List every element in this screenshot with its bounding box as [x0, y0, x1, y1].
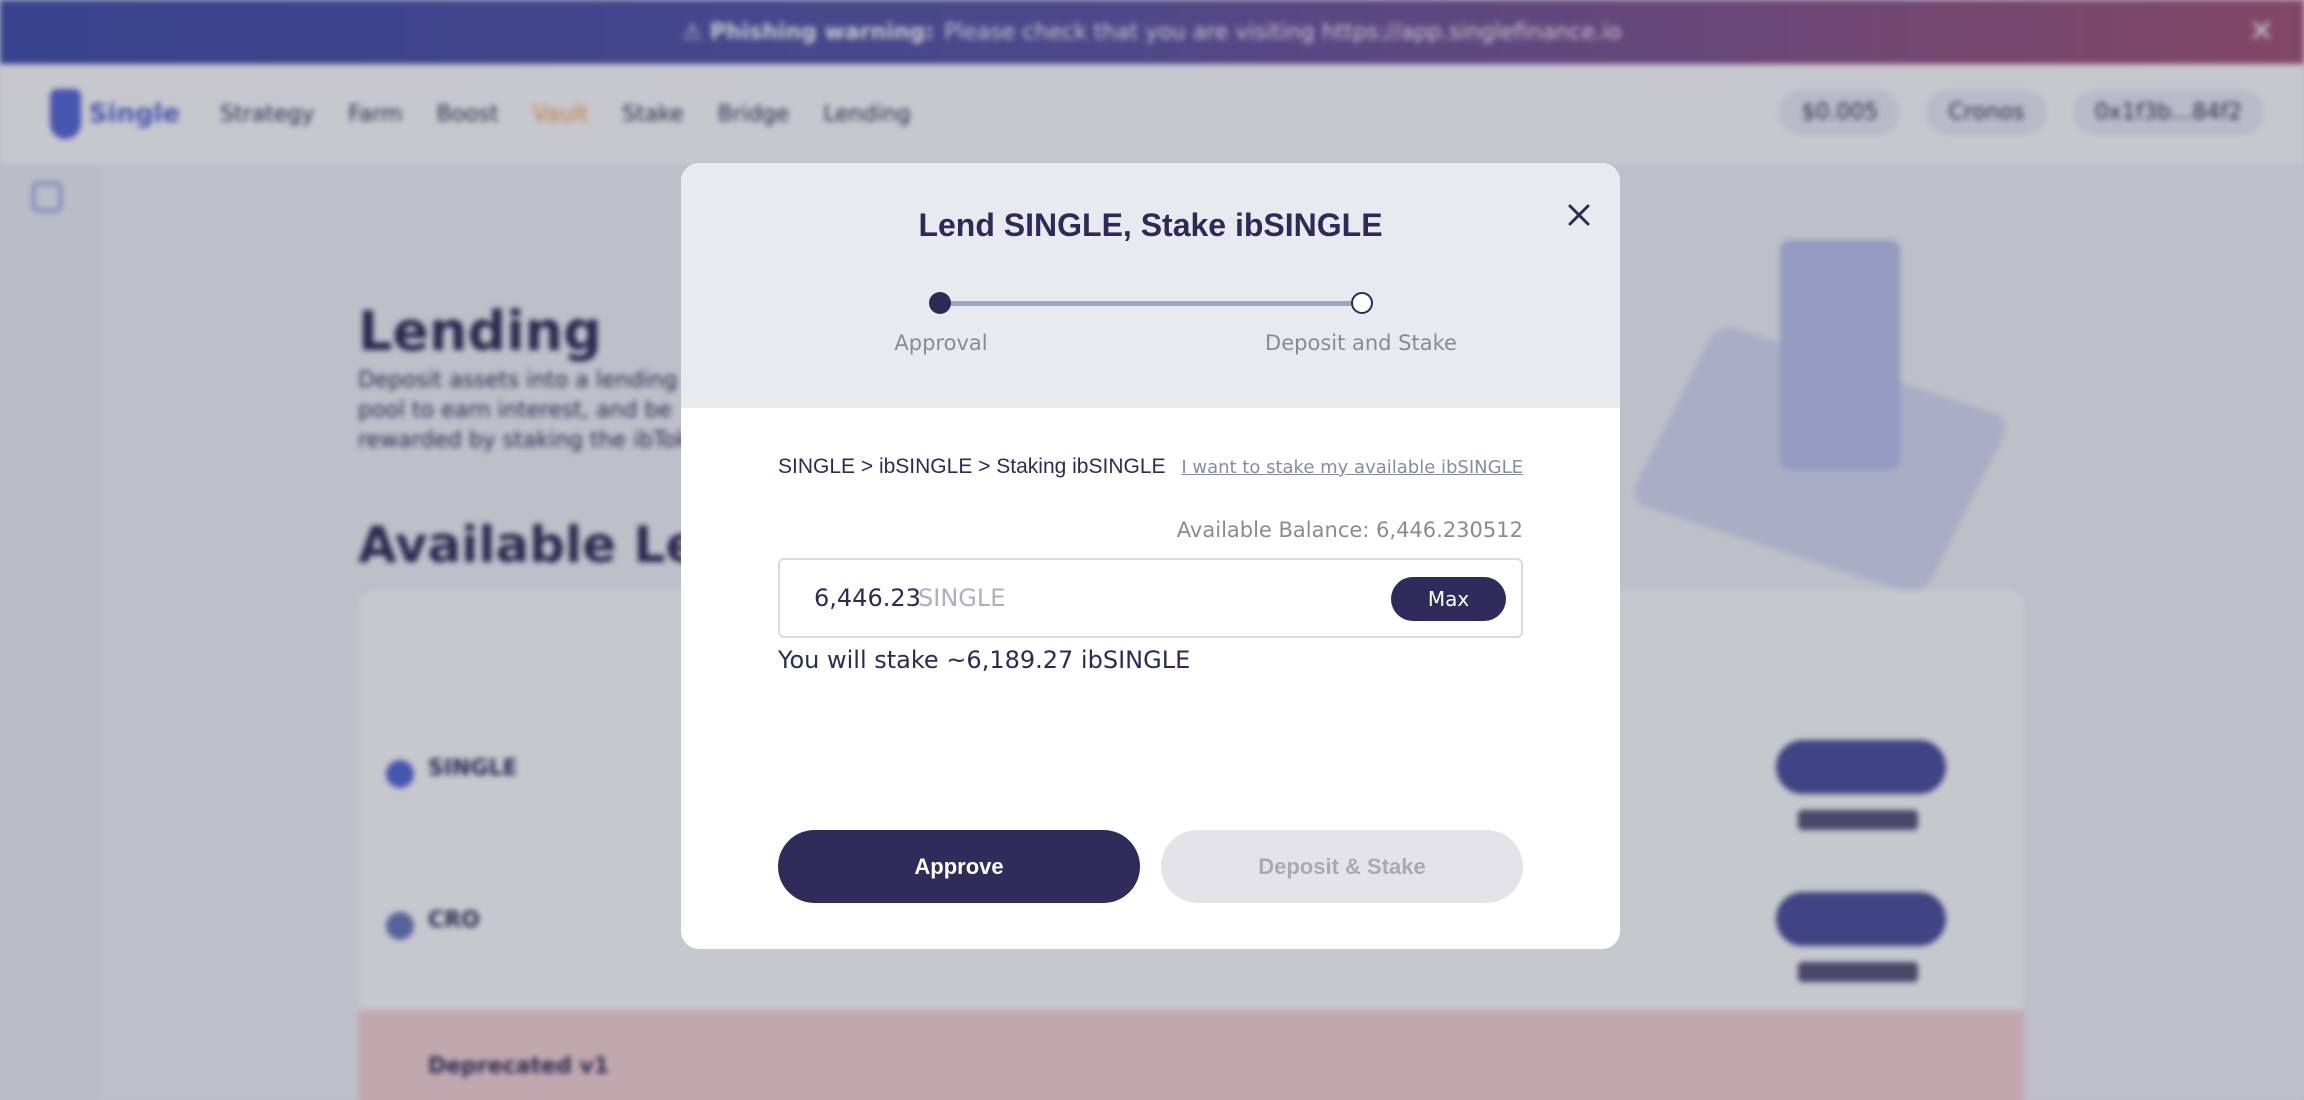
close-icon[interactable]: [1561, 197, 1597, 233]
amount-input[interactable]: 6,446.23 SINGLE Max: [778, 558, 1523, 638]
max-button[interactable]: Max: [1391, 577, 1506, 621]
modal-title: Lend SINGLE, Stake ibSINGLE: [918, 207, 1383, 243]
step-dot-deposit: [1351, 292, 1373, 314]
stake-estimate: You will stake ~6,189.27 ibSINGLE: [778, 646, 1191, 674]
stake-available-link[interactable]: I want to stake my available ibSINGLE: [1181, 457, 1523, 478]
step-label-deposit: Deposit and Stake: [1265, 331, 1457, 355]
deposit-stake-button[interactable]: Deposit & Stake: [1161, 830, 1523, 903]
approve-button[interactable]: Approve: [778, 830, 1140, 903]
modal-header: [681, 163, 1620, 408]
available-balance: Available Balance: 6,446.230512: [1176, 518, 1523, 542]
lend-stake-modal: Lend SINGLE, Stake ibSINGLE Approval Dep…: [681, 163, 1620, 949]
token-route: SINGLE > ibSINGLE > Staking ibSINGLE: [778, 455, 1166, 478]
step-label-approval: Approval: [894, 331, 988, 355]
step-dot-approval: [929, 292, 951, 314]
amount-value[interactable]: 6,446.23: [814, 584, 921, 612]
step-progress-track: [940, 301, 1362, 306]
amount-unit: SINGLE: [918, 584, 1006, 612]
